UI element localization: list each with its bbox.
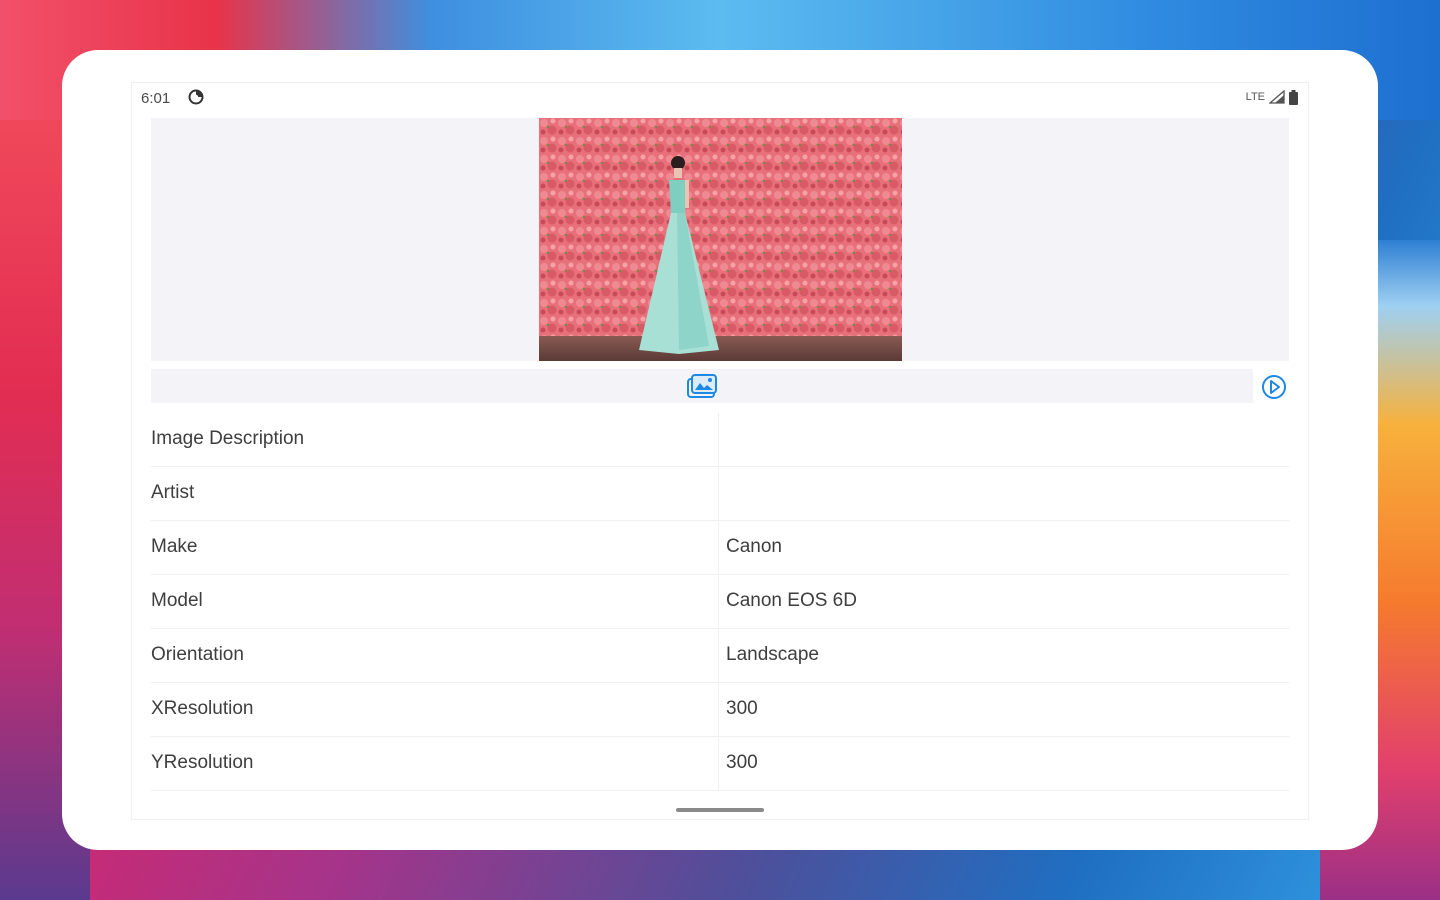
image-preview-panel: [151, 118, 1289, 361]
exif-key: XResolution: [151, 698, 254, 719]
exif-value: 300: [726, 698, 758, 719]
exif-key: Make: [151, 536, 198, 557]
signal-icon: [1269, 90, 1285, 104]
gesture-home-bar[interactable]: [676, 808, 764, 812]
exif-key: Orientation: [151, 644, 244, 665]
table-row: Model Canon EOS 6D: [151, 575, 1289, 629]
table-row: Image Description: [151, 413, 1289, 467]
app-screen: 6:01 LTE Image Description Artist Make C…: [131, 82, 1309, 820]
status-time: 6:01: [141, 90, 171, 107]
exif-key: YResolution: [151, 752, 254, 773]
exif-value: Canon: [726, 536, 782, 557]
image-edit-icon[interactable]: [685, 373, 719, 399]
exif-value: 300: [726, 752, 758, 773]
status-indicators: LTE: [1246, 89, 1298, 105]
table-row: Make Canon: [151, 521, 1289, 575]
table-row: YResolution 300: [151, 737, 1289, 791]
exif-key: Artist: [151, 482, 195, 503]
data-saver-icon: [188, 89, 204, 105]
play-circle-icon[interactable]: [1260, 373, 1288, 401]
exif-key: Model: [151, 590, 203, 611]
table-row: Artist: [151, 467, 1289, 521]
table-row: Orientation Landscape: [151, 629, 1289, 683]
table-row: XResolution 300: [151, 683, 1289, 737]
battery-icon: [1289, 89, 1298, 105]
photo-thumbnail[interactable]: [539, 118, 902, 361]
exif-value: Canon EOS 6D: [726, 590, 857, 611]
exif-value: Landscape: [726, 644, 819, 665]
exif-key: Image Description: [151, 428, 305, 449]
status-bar: 6:01 LTE: [132, 83, 1308, 113]
action-toolbar: [151, 369, 1253, 403]
network-type: LTE: [1245, 91, 1265, 103]
exif-table: Image Description Artist Make Canon Mode…: [151, 413, 1289, 791]
